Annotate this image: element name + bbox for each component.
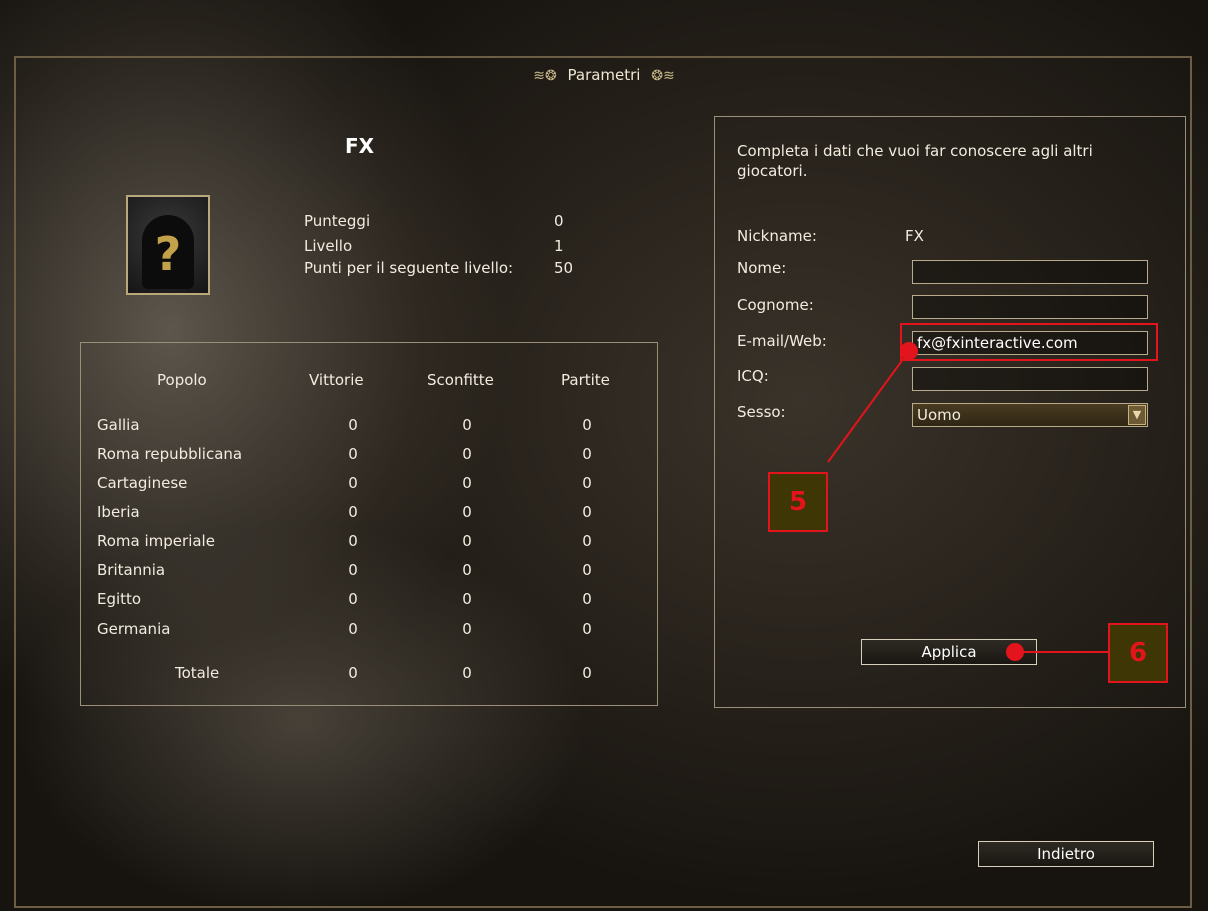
callout-dot-5 (900, 342, 918, 360)
callout-badge-6: 6 (1108, 623, 1168, 683)
callout-line-5 (827, 350, 910, 463)
callout-badge-5: 5 (768, 472, 828, 532)
callout-dot-6 (1006, 643, 1024, 661)
callout-lines (827, 350, 1108, 653)
